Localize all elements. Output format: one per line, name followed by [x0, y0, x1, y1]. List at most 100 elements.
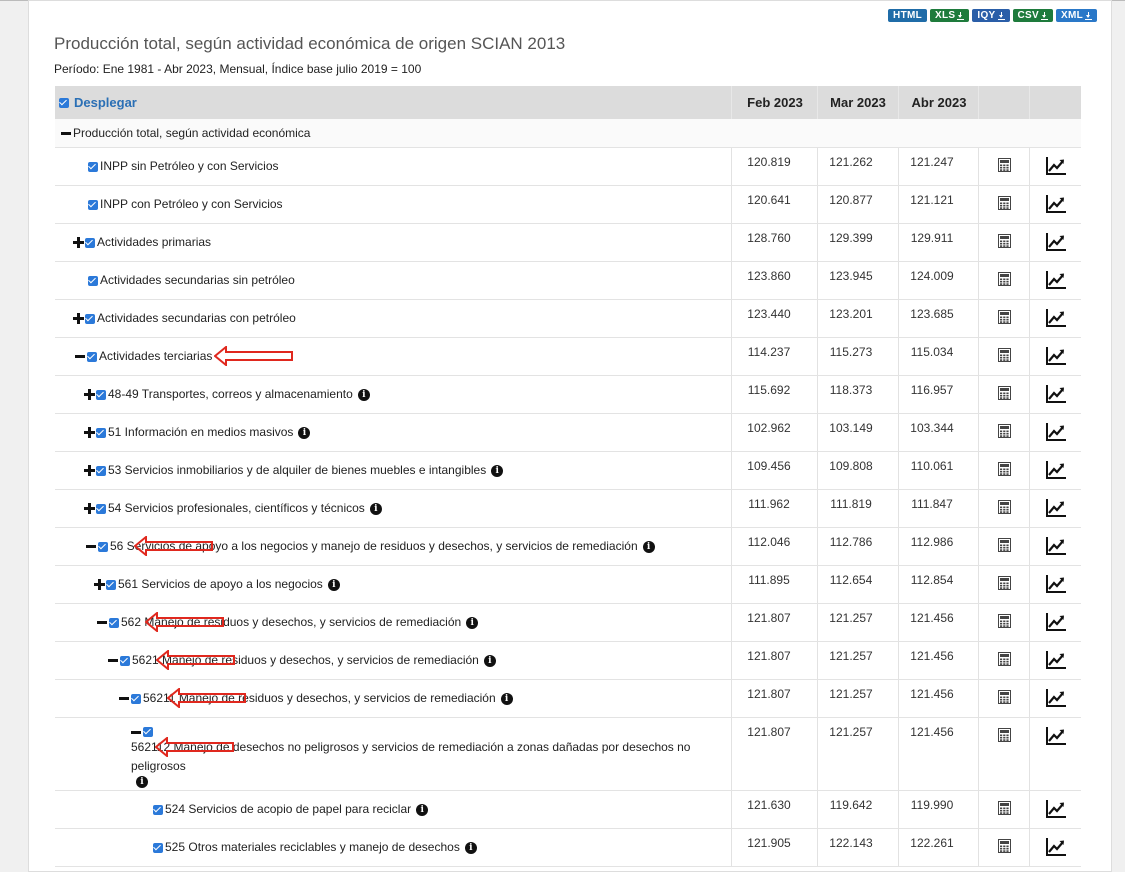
calculator-icon[interactable] — [998, 272, 1011, 286]
info-icon[interactable]: i — [483, 654, 496, 667]
export-xml-button[interactable]: XML — [1055, 9, 1097, 22]
calculator-icon[interactable] — [998, 196, 1011, 210]
info-icon[interactable]: i — [416, 803, 429, 816]
info-icon[interactable]: i — [491, 464, 504, 477]
table-row: Actividades secundarias con petróleo 123.… — [55, 300, 1081, 338]
trend-chart-icon[interactable] — [1044, 798, 1068, 820]
checkbox-icon[interactable] — [96, 427, 106, 438]
calculator-icon[interactable] — [998, 234, 1011, 248]
checkbox-icon[interactable] — [59, 97, 69, 108]
trend-chart-icon[interactable] — [1044, 155, 1068, 177]
collapse-icon[interactable] — [119, 693, 129, 704]
value-cell: 122.143 — [829, 836, 873, 850]
collapse-icon[interactable] — [97, 617, 107, 628]
checkbox-icon[interactable] — [96, 503, 106, 514]
calculator-icon[interactable] — [998, 839, 1011, 853]
expand-icon[interactable] — [84, 427, 95, 438]
collapse-icon[interactable] — [75, 351, 85, 362]
info-icon[interactable]: i — [464, 841, 477, 854]
checkbox-icon[interactable] — [96, 389, 106, 400]
info-icon[interactable]: i — [642, 540, 655, 553]
checkbox-icon[interactable] — [85, 237, 95, 248]
calculator-icon[interactable] — [998, 614, 1011, 628]
calculator-icon[interactable] — [998, 462, 1011, 476]
collapse-icon[interactable] — [131, 727, 141, 738]
value-cell: 124.009 — [910, 269, 954, 283]
checkbox-icon[interactable] — [88, 161, 98, 172]
table-row: Actividades secundarias sin petróleo 123.… — [55, 262, 1081, 300]
expand-icon[interactable] — [84, 389, 95, 400]
trend-chart-icon[interactable] — [1044, 193, 1068, 215]
expand-icon[interactable] — [94, 579, 105, 590]
value-cell: 121.257 — [829, 649, 873, 663]
calculator-icon[interactable] — [998, 424, 1011, 438]
value-cell: 121.456 — [910, 611, 954, 625]
calculator-icon[interactable] — [998, 158, 1011, 172]
trend-chart-icon[interactable] — [1044, 725, 1068, 747]
checkbox-icon[interactable] — [131, 693, 141, 704]
trend-chart-icon[interactable] — [1044, 383, 1068, 405]
value-cell: 119.642 — [829, 798, 873, 812]
trend-chart-icon[interactable] — [1044, 345, 1068, 367]
info-icon[interactable]: i — [500, 692, 513, 705]
info-icon[interactable]: i — [298, 426, 311, 439]
collapse-icon[interactable] — [86, 541, 96, 552]
info-icon[interactable]: i — [136, 776, 148, 788]
collapse-icon[interactable] — [61, 128, 71, 139]
trend-chart-icon[interactable] — [1044, 231, 1068, 253]
checkbox-icon[interactable] — [88, 199, 98, 210]
checkbox-icon[interactable] — [153, 842, 163, 853]
info-icon[interactable]: i — [357, 388, 370, 401]
trend-chart-icon[interactable] — [1044, 611, 1068, 633]
info-icon[interactable]: i — [369, 502, 382, 515]
info-icon[interactable]: i — [327, 578, 340, 591]
checkbox-icon[interactable] — [153, 804, 163, 815]
checkbox-icon[interactable] — [98, 541, 108, 552]
calculator-icon[interactable] — [998, 500, 1011, 514]
trend-chart-icon[interactable] — [1044, 307, 1068, 329]
value-cell: 115.692 — [747, 383, 791, 397]
trend-chart-icon[interactable] — [1044, 649, 1068, 671]
expand-icon[interactable] — [73, 237, 84, 248]
checkbox-icon[interactable] — [88, 275, 98, 286]
calculator-icon[interactable] — [998, 801, 1011, 815]
trend-chart-icon[interactable] — [1044, 497, 1068, 519]
export-csv-button[interactable]: CSV — [1012, 9, 1053, 22]
calculator-icon[interactable] — [998, 728, 1011, 742]
calculator-icon[interactable] — [998, 348, 1011, 362]
expand-icon[interactable] — [73, 313, 84, 324]
checkbox-icon[interactable] — [109, 617, 119, 628]
checkbox-icon[interactable] — [106, 579, 116, 590]
checkbox-icon[interactable] — [96, 465, 106, 476]
checkbox-icon[interactable] — [143, 727, 153, 737]
trend-chart-icon[interactable] — [1044, 687, 1068, 709]
trend-chart-icon[interactable] — [1044, 836, 1068, 858]
value-cell: 123.945 — [829, 269, 873, 283]
export-html-button[interactable]: HTML — [888, 9, 928, 22]
row-label: 562112 Manejo de desechos no peligrosos … — [131, 740, 691, 773]
export-xls-button[interactable]: XLS — [930, 9, 970, 22]
trend-chart-icon[interactable] — [1044, 535, 1068, 557]
info-icon[interactable]: i — [466, 616, 479, 629]
calculator-icon[interactable] — [998, 652, 1011, 666]
value-cell: 123.440 — [747, 307, 791, 321]
expand-icon[interactable] — [84, 465, 95, 476]
expand-icon[interactable] — [84, 503, 95, 514]
trend-chart-icon[interactable] — [1044, 573, 1068, 595]
trend-chart-icon[interactable] — [1044, 421, 1068, 443]
calculator-icon[interactable] — [998, 386, 1011, 400]
checkbox-icon[interactable] — [87, 351, 97, 362]
trend-chart-icon[interactable] — [1044, 269, 1068, 291]
checkbox-icon[interactable] — [120, 655, 130, 666]
collapse-icon[interactable] — [108, 655, 118, 666]
calculator-icon[interactable] — [998, 690, 1011, 704]
toggle-all-button[interactable]: Desplegar — [59, 95, 137, 110]
value-cell: 118.373 — [829, 383, 873, 397]
export-toolbar: HTML XLS IQY CSV XML — [888, 9, 1097, 22]
checkbox-icon[interactable] — [85, 313, 95, 324]
calculator-icon[interactable] — [998, 576, 1011, 590]
calculator-icon[interactable] — [998, 310, 1011, 324]
calculator-icon[interactable] — [998, 538, 1011, 552]
export-iqy-button[interactable]: IQY — [972, 9, 1010, 22]
trend-chart-icon[interactable] — [1044, 459, 1068, 481]
